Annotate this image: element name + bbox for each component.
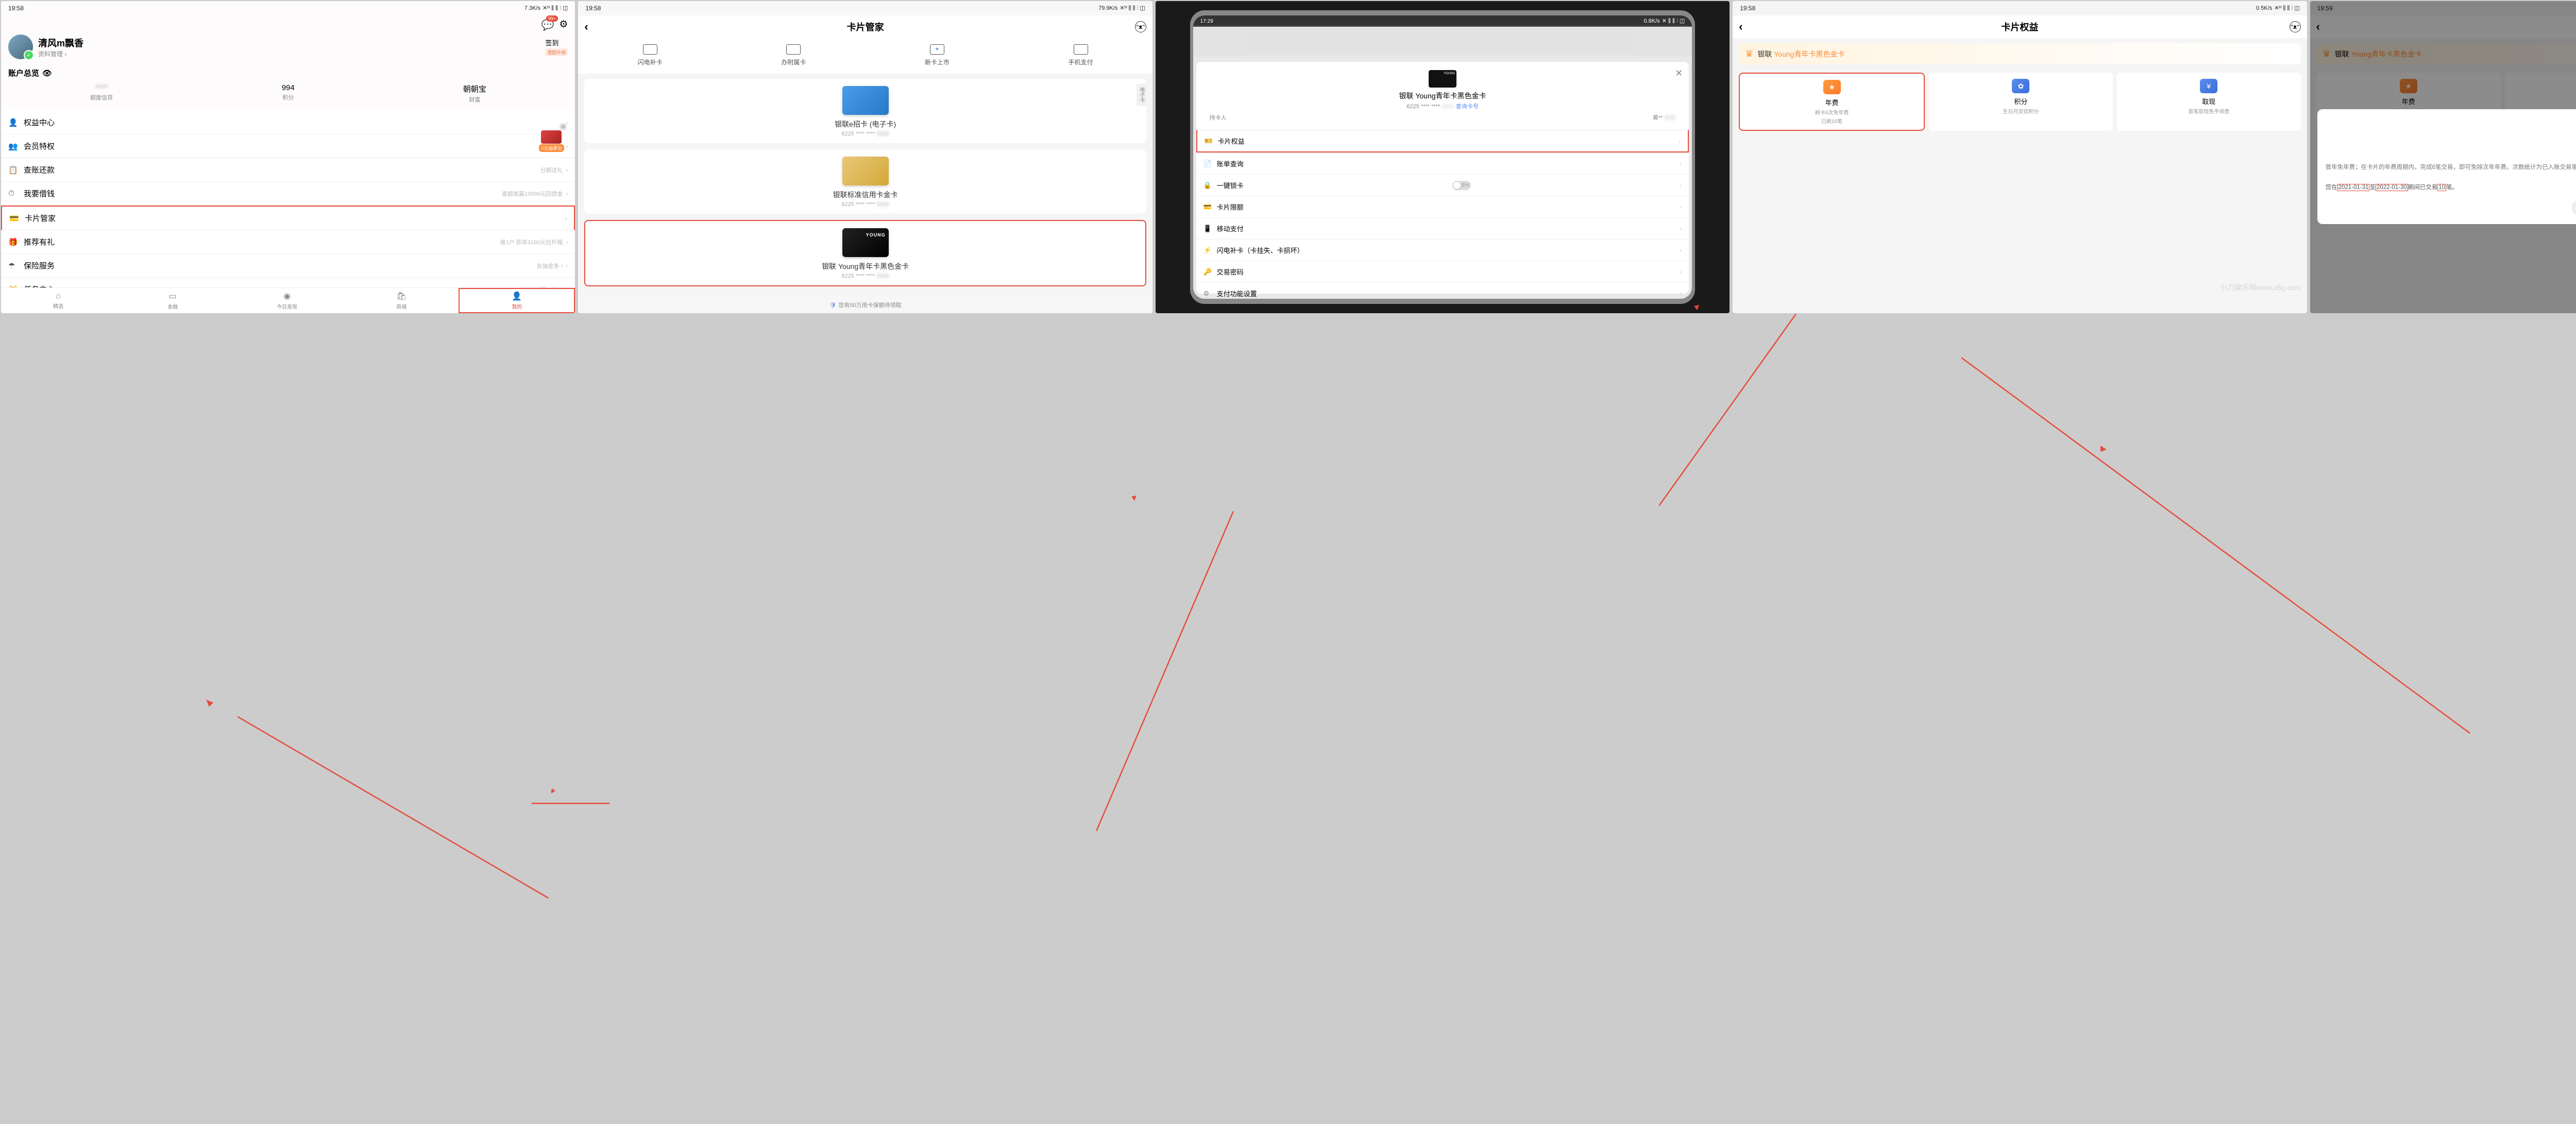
- tab-商城[interactable]: 🛍商城: [344, 288, 459, 313]
- card-item-0[interactable]: 电子卡银联e招卡 (电子卡)6225 **** **** 0000: [584, 79, 1146, 143]
- menu-item-5[interactable]: 🎁推荐有礼推1户 即享3180元拉杆箱›: [1, 230, 575, 254]
- lock-toggle[interactable]: 锁卡: [1452, 181, 1471, 190]
- menu-item-2[interactable]: 📋查账还款分期送礼›: [1, 158, 575, 182]
- messages-icon[interactable]: 💬99+: [541, 19, 554, 31]
- tab-我的[interactable]: 👤我的: [459, 288, 575, 313]
- quick-actions: 闪电补卡办附属卡★新卡上市手机支付: [578, 38, 1152, 74]
- screen-profile: 19:58 7.3K/s✕ᴴ ⫼ ⫼ ⫶ ◫ 💬99+ ⚙ 清风m飘香 资料管理…: [1, 1, 575, 313]
- menu-item-6[interactable]: ☂保险服务友抽金条 ››: [1, 254, 575, 278]
- quick-action-2[interactable]: ★新卡上市: [866, 44, 1009, 66]
- close-icon[interactable]: ✕: [1675, 68, 1683, 79]
- stat-item[interactable]: 朝朝宝财富: [381, 83, 568, 104]
- profile-header[interactable]: 清风m飘香 资料管理 › 签到 激励升级: [1, 32, 575, 64]
- screen-annual-fee-modal: 19:59 36.2K/s✕ᴴ ⫼ ⫼ ⫶ ◫ ‹ 卡片权益 ᵔᴥᵔ ♛ 银联 …: [2310, 1, 2576, 313]
- settings-icon[interactable]: ⚙: [559, 19, 568, 31]
- screen-card-manager: 19:58 79.9K/s✕ᴴ ⫼ ⫼ ⫶ ◫ ‹ 卡片管家 ᵔᴥᵔ 闪电补卡办…: [578, 1, 1152, 313]
- modal-description: 首年免年费；在卡片的年费周期内，完成6笔交易，即可免除次年年费。次数统计为已入账…: [2326, 163, 2576, 172]
- chevron-right-icon: ›: [566, 166, 568, 174]
- watermark: 小刀娱乐网www.x6g.com: [2220, 282, 2300, 293]
- modal-statistics: 您在2021-01-31至2022-01-30期间已交易10笔。: [2326, 183, 2576, 192]
- benefit-取现[interactable]: ¥取现首笔取现免手续费: [2117, 73, 2301, 131]
- chevron-right-icon: ›: [1680, 268, 1682, 276]
- menu-item-4[interactable]: 💳卡片管家›: [1, 206, 575, 230]
- avatar[interactable]: [8, 35, 33, 59]
- query-cardno-link[interactable]: 查询卡号: [1456, 104, 1479, 110]
- card-action-6[interactable]: 🔑交易密码›: [1196, 261, 1689, 282]
- card-image: [842, 157, 889, 185]
- card-detail-sheet: ✕ 银联 Young青年卡黑色金卡 6225 **** **** 0000 查询…: [1196, 62, 1689, 294]
- card-action-3[interactable]: 💳卡片限额›: [1196, 196, 1689, 217]
- tab-今日发现[interactable]: ◉今日发现: [230, 288, 344, 313]
- back-icon[interactable]: ‹: [1739, 20, 1742, 33]
- screen-card-benefits: 19:58 0.5K/s✕ᴴ ⫼ ⫼ ⫶ ◫ ‹ 卡片权益 ᵔᴥᵔ ♛ 银联 Y…: [1733, 1, 2307, 313]
- card-item-1[interactable]: 银联标准信用卡金卡6225 **** **** 0000: [584, 149, 1146, 214]
- quick-action-0[interactable]: 闪电补卡: [578, 44, 722, 66]
- benefit-年费[interactable]: ★年费刷卡6次免年费已刷10笔: [1739, 73, 1925, 131]
- card-action-4[interactable]: 📱移动支付›: [1196, 217, 1689, 239]
- quick-action-1[interactable]: 办附属卡: [722, 44, 866, 66]
- status-bar: 19:58 0.5K/s✕ᴴ ⫼ ⫼ ⫶ ◫: [1733, 1, 2307, 15]
- signin-button[interactable]: 签到 激励升级: [545, 38, 568, 56]
- page-title: 卡片权益: [2001, 20, 2038, 33]
- stat-item[interactable]: ****额度信贷: [8, 83, 195, 104]
- status-time: 19:58: [8, 5, 24, 12]
- chevron-right-icon: ›: [566, 262, 568, 269]
- menu-item-0[interactable]: 👤权益中心›: [1, 111, 575, 134]
- menu-item-3[interactable]: ⏱我要借钱查额度赢19999元回馈金›: [1, 182, 575, 206]
- insurance-tip[interactable]: 🛡您有50万用卡保额待领取: [578, 297, 1152, 313]
- card-name: 银联 Young青年卡黑色金卡: [1202, 91, 1683, 101]
- status-bar: 17:29 0.8K/s✕ ⫼ ⫼ ⫶ ◫: [1193, 15, 1692, 27]
- quick-action-3[interactable]: 手机支付: [1009, 44, 1153, 66]
- status-bar: 19:58 79.9K/s✕ᴴ ⫼ ⫼ ⫶ ◫: [578, 1, 1152, 15]
- user-subtitle[interactable]: 资料管理 ›: [38, 49, 83, 58]
- holder-name: 黄** 某某: [1653, 113, 1676, 122]
- chevron-right-icon: ›: [1680, 225, 1682, 232]
- card-action-7[interactable]: ⚙支付功能设置›: [1196, 282, 1689, 299]
- chevron-right-icon: ›: [1680, 203, 1682, 211]
- tab-精选[interactable]: ⌂精选: [1, 288, 115, 313]
- chevron-right-icon: ›: [1680, 160, 1682, 167]
- chevron-right-icon: ›: [1680, 182, 1682, 189]
- modal-title: 年费: [2326, 146, 2576, 159]
- navbar: ‹ 卡片权益 ᵔᴥᵔ: [1733, 15, 2307, 38]
- tab-金融[interactable]: ▭金融: [115, 288, 230, 313]
- chevron-right-icon: ›: [565, 215, 567, 222]
- crown-icon: ♛: [1745, 48, 1753, 59]
- page-title: 卡片管家: [847, 20, 884, 33]
- card-action-5[interactable]: ⚡闪电补卡（卡挂失、卡损坏）›: [1196, 239, 1689, 261]
- card-action-1[interactable]: 📄账单查询›: [1196, 152, 1689, 174]
- chevron-right-icon: ›: [1680, 290, 1682, 297]
- chevron-right-icon: ›: [566, 239, 568, 246]
- card-image: [842, 86, 889, 115]
- chevron-right-icon: ›: [1679, 138, 1681, 145]
- account-overview-title[interactable]: 账户总览 👁: [8, 67, 568, 78]
- mascot-icon[interactable]: ᵔᴥᵔ: [2290, 21, 2301, 32]
- tab-bar: ⌂精选▭金融◉今日发现🛍商城👤我的: [1, 287, 575, 313]
- stat-item[interactable]: 994积分: [195, 83, 381, 104]
- annual-fee-modal: ✕ ★ 年费 首年免年费；在卡片的年费周期内，完成6笔交易，即可免除次年年费。次…: [2317, 109, 2576, 224]
- card-image: [842, 228, 889, 257]
- recharge-button[interactable]: 去充值话费: [2572, 200, 2576, 216]
- benefit-积分[interactable]: ✿积分生日月双倍积分: [1929, 73, 2113, 131]
- card-number: 6225 **** **** 0000 查询卡号: [1202, 102, 1683, 110]
- card-thumbnail: [1429, 70, 1456, 88]
- menu-item-1[interactable]: 👥会员特权›✕0元抽茅台: [1, 134, 575, 158]
- mascot-icon[interactable]: ᵔᴥᵔ: [1135, 21, 1146, 32]
- badge-unread: 99+: [546, 15, 558, 22]
- card-item-2[interactable]: 银联 Young青年卡黑色金卡6225 **** **** 0000: [584, 220, 1146, 286]
- screen-card-detail-photo: 17:29 0.8K/s✕ ⫼ ⫼ ⫶ ◫ ✕ 银联 Young青年卡黑色金卡 …: [1156, 1, 1730, 313]
- eye-icon[interactable]: 👁: [42, 69, 52, 78]
- status-bar: 19:58 7.3K/s✕ᴴ ⫼ ⫼ ⫶ ◫: [1, 1, 575, 15]
- username: 清风m飘香: [38, 36, 83, 49]
- navbar: ‹ 卡片管家 ᵔᴥᵔ: [578, 15, 1152, 38]
- back-icon[interactable]: ‹: [584, 20, 588, 33]
- card-action-0[interactable]: 🎫卡片权益›: [1196, 130, 1689, 152]
- card-action-2[interactable]: 🔒一键锁卡锁卡›: [1196, 174, 1689, 196]
- card-banner: ♛ 银联 Young青年卡黑色金卡: [1739, 43, 2300, 64]
- shield-icon: 🛡: [829, 302, 837, 309]
- chevron-right-icon: ›: [1680, 247, 1682, 254]
- chevron-right-icon: ›: [566, 190, 568, 197]
